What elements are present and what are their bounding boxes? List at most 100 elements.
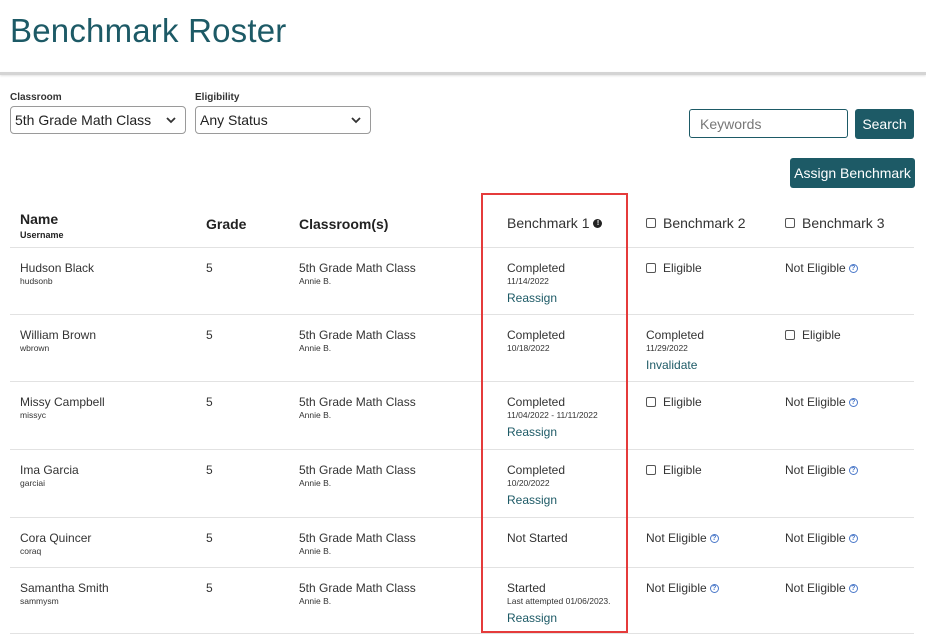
b2-status: Eligible <box>646 261 702 275</box>
student-name: Cora Quincer <box>20 531 92 545</box>
grade-value: 5 <box>206 328 213 342</box>
classroom-name: 5th Grade Math Class <box>299 395 416 409</box>
table-row: Missy Campbell missyc 5 5th Grade Math Clas… <box>10 382 914 450</box>
username-header-label: Username <box>20 230 64 240</box>
b2-status-text: Not Eligible <box>646 531 707 545</box>
eligible-checkbox[interactable] <box>785 330 795 340</box>
info-icon[interactable]: ? <box>709 583 719 593</box>
b2-status-text: Eligible <box>663 463 702 477</box>
b1-cell: Completed 10/18/2022 <box>507 328 565 353</box>
benchmark3-select-all-checkbox[interactable] <box>785 218 795 228</box>
b1-cell: Started Last attempted 01/06/2023. Reassig… <box>507 581 611 625</box>
b1-status: Completed <box>507 463 565 477</box>
grade-value: 5 <box>206 581 213 595</box>
teacher-name: Annie B. <box>299 546 332 556</box>
teacher-name: Annie B. <box>299 343 332 353</box>
table-row: Hudson Black hudsonb 5 5th Grade Math Class… <box>10 248 914 315</box>
student-name-cell: Missy Campbell missyc <box>20 395 105 420</box>
invalidate-link[interactable]: Invalidate <box>646 358 704 372</box>
b2-status: Completed <box>646 328 704 342</box>
header-divider <box>0 72 926 75</box>
classroom-name: 5th Grade Math Class <box>299 531 416 545</box>
classroom-cell: 5th Grade Math Class Annie B. <box>299 395 416 420</box>
name-header-label: Name <box>20 211 59 227</box>
b2-date: 11/29/2022 <box>646 343 688 353</box>
b2-cell: Eligible <box>646 261 702 275</box>
student-name: Samantha Smith <box>20 581 109 595</box>
b3-status-text: Eligible <box>802 328 841 342</box>
info-icon[interactable]: ? <box>848 397 858 407</box>
student-username: sammysm <box>20 596 59 606</box>
b3-cell: Not Eligible? <box>785 395 858 409</box>
classroom-filter: Classroom 5th Grade Math Class <box>10 92 186 134</box>
student-name-cell: Ima Garcia garciai <box>20 463 79 488</box>
b1-date: 11/14/2022 <box>507 276 549 286</box>
grade-value: 5 <box>206 463 213 477</box>
eligibility-select[interactable]: Any Status <box>195 106 371 134</box>
reassign-link[interactable]: Reassign <box>507 493 565 507</box>
classroom-filter-label: Classroom <box>10 92 62 103</box>
b3-cell: Not Eligible? <box>785 581 858 595</box>
info-icon[interactable]: ? <box>848 465 858 475</box>
b1-cell: Completed 11/04/2022 - 11/11/2022 Reassign <box>507 395 598 439</box>
b2-cell: Eligible <box>646 395 702 409</box>
student-name: Hudson Black <box>20 261 95 275</box>
student-username: coraq <box>20 546 42 556</box>
reassign-link[interactable]: Reassign <box>507 291 565 305</box>
b1-date: 11/04/2022 - 11/11/2022 <box>507 410 598 420</box>
reassign-link[interactable]: Reassign <box>507 611 611 625</box>
student-name: Missy Campbell <box>20 395 105 409</box>
b2-status-text: Eligible <box>663 261 702 275</box>
info-icon[interactable]: ? <box>709 533 719 543</box>
b2-cell: Not Eligible? <box>646 531 719 545</box>
benchmark2-header: Benchmark 2 <box>646 215 745 231</box>
benchmark2-select-all-checkbox[interactable] <box>646 218 656 228</box>
table-row: Cora Quincer coraq 5 5th Grade Math Class An… <box>10 518 914 568</box>
student-username: missyc <box>20 410 46 420</box>
b3-status: Not Eligible? <box>785 531 858 545</box>
b3-status: Eligible <box>785 328 841 342</box>
search-input[interactable] <box>689 109 848 138</box>
b3-cell: Eligible <box>785 328 841 342</box>
b3-status: Not Eligible? <box>785 581 858 595</box>
info-icon[interactable]: ? <box>848 533 858 543</box>
eligibility-select-value: Any Status <box>200 112 268 128</box>
b3-status: Not Eligible? <box>785 463 858 477</box>
b2-status: Not Eligible? <box>646 581 719 595</box>
eligible-checkbox[interactable] <box>646 263 656 273</box>
assign-benchmark-button[interactable]: Assign Benchmark <box>790 158 915 188</box>
b1-status-text: Completed <box>507 463 566 477</box>
b3-status-text: Not Eligible <box>785 395 846 409</box>
benchmark3-header: Benchmark 3 <box>785 215 884 231</box>
b2-status: Not Eligible? <box>646 531 719 545</box>
classroom-cell: 5th Grade Math Class Annie B. <box>299 328 416 353</box>
classroom-select[interactable]: 5th Grade Math Class <box>10 106 186 134</box>
b2-cell: Completed 11/29/2022 Invalidate <box>646 328 704 372</box>
search-button[interactable]: Search <box>855 109 914 139</box>
student-name-cell: William Brown wbrown <box>20 328 96 353</box>
student-name-cell: Samantha Smith sammysm <box>20 581 109 606</box>
info-icon[interactable]: ? <box>848 263 858 273</box>
benchmark2-header-label: Benchmark 2 <box>663 215 746 231</box>
reassign-link[interactable]: Reassign <box>507 425 598 439</box>
table-row: Samantha Smith sammysm 5 5th Grade Math Cla… <box>10 568 914 634</box>
eligibility-filter: Eligibility Any Status <box>195 92 371 134</box>
b1-status-text: Completed <box>507 395 566 409</box>
eligible-checkbox[interactable] <box>646 397 656 407</box>
info-icon[interactable]: ! <box>593 218 603 228</box>
b2-status: Eligible <box>646 463 702 477</box>
classroom-cell: 5th Grade Math Class Annie B. <box>299 463 416 488</box>
classroom-cell: 5th Grade Math Class Annie B. <box>299 261 416 286</box>
classroom-name: 5th Grade Math Class <box>299 261 416 275</box>
b2-status-text: Eligible <box>663 395 702 409</box>
teacher-name: Annie B. <box>299 596 332 606</box>
chevron-down-icon <box>166 117 176 124</box>
teacher-name: Annie B. <box>299 276 332 286</box>
b1-status: Completed <box>507 261 565 275</box>
eligible-checkbox[interactable] <box>646 465 656 475</box>
b2-status-text: Completed <box>646 328 705 342</box>
chevron-down-icon <box>351 117 361 124</box>
b2-status: Eligible <box>646 395 702 409</box>
info-icon[interactable]: ? <box>848 583 858 593</box>
b3-status-text: Not Eligible <box>785 261 846 275</box>
